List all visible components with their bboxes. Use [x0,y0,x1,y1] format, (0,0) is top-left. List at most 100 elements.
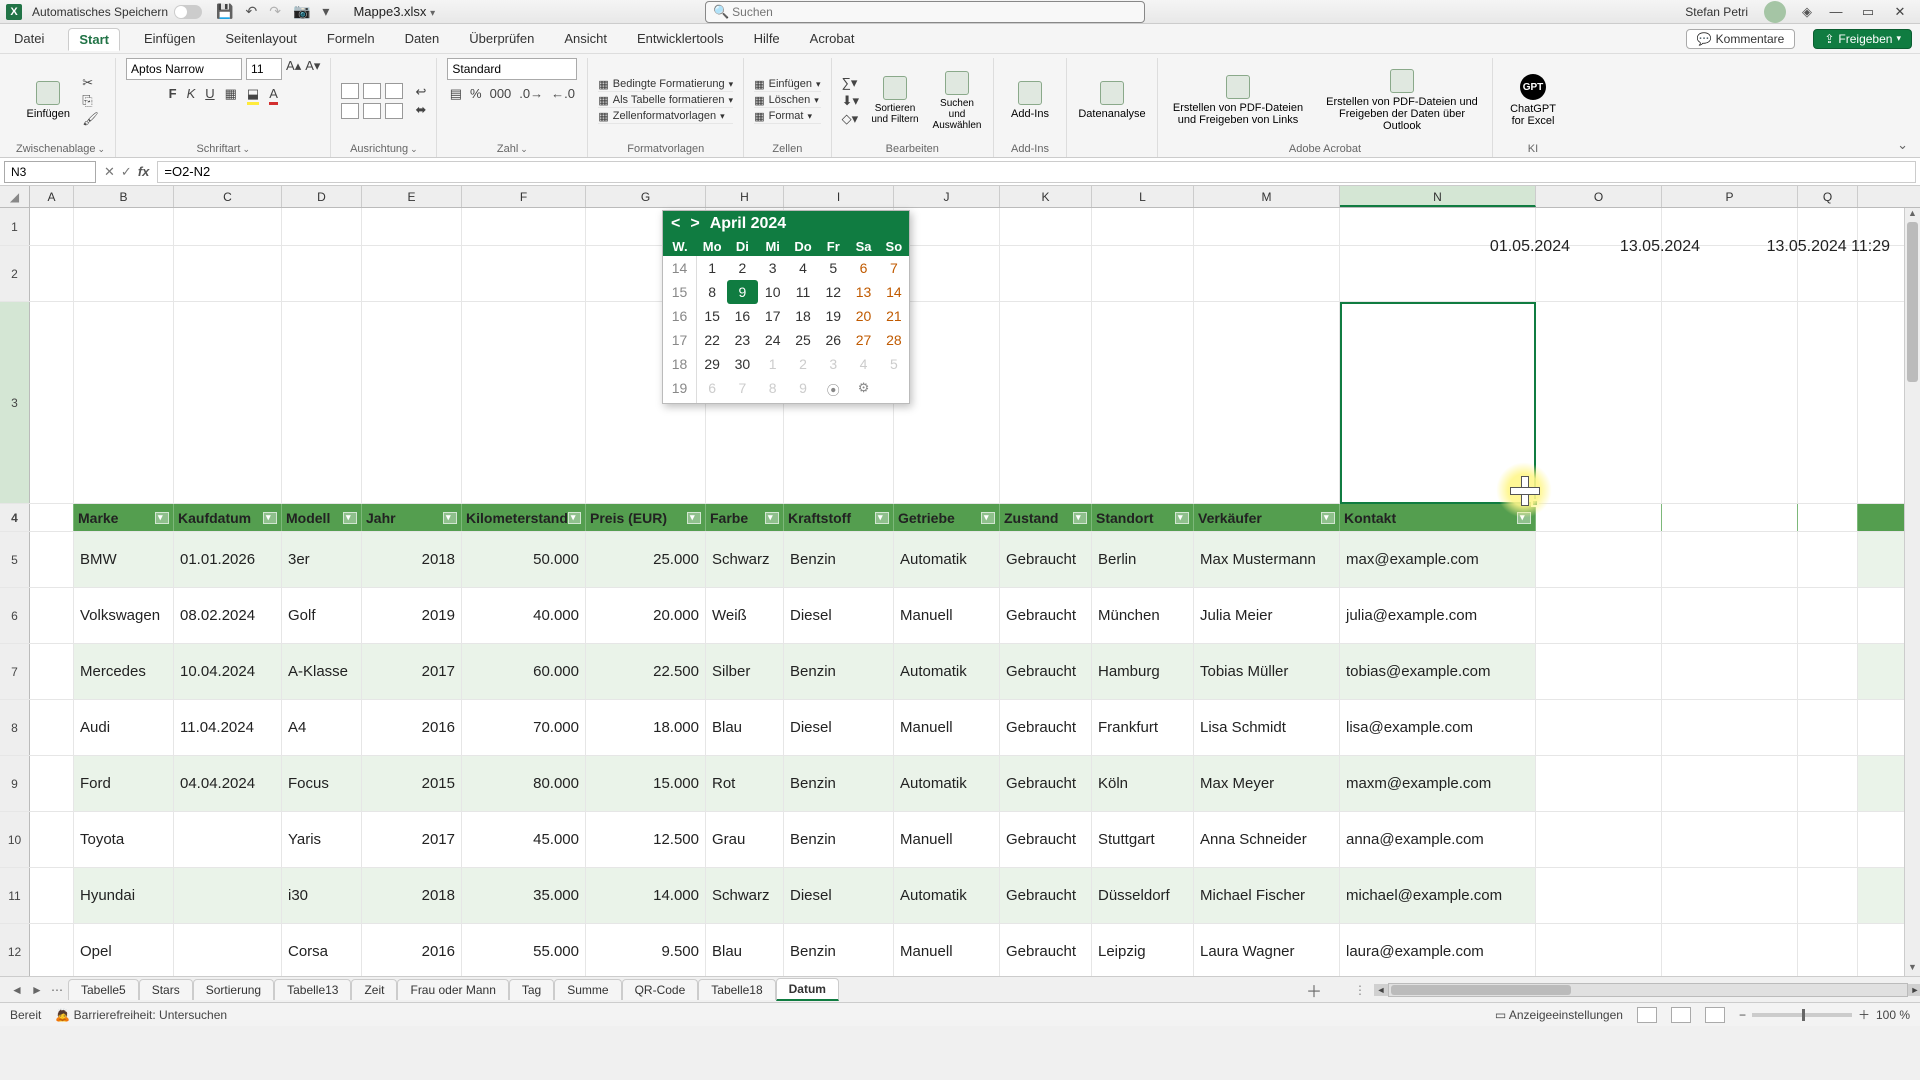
accept-formula-icon[interactable]: ✓ [121,164,132,180]
table-cell[interactable]: Diesel [784,700,894,755]
table-cell[interactable]: Stuttgart [1092,812,1194,867]
calendar-day[interactable]: 14 [879,280,909,304]
column-header-C[interactable]: C [174,186,282,207]
table-cell[interactable]: Diesel [784,588,894,643]
calendar-day[interactable]: 3 [818,352,848,376]
table-cell[interactable]: Benzin [784,756,894,811]
table-cell[interactable]: Gebraucht [1000,588,1092,643]
table-cell[interactable]: Julia Meier [1194,588,1340,643]
calendar-day[interactable]: 22 [697,328,727,352]
border-icon[interactable]: ▦ [225,86,237,105]
column-header-L[interactable]: L [1092,186,1194,207]
table-cell[interactable]: Gebraucht [1000,532,1092,587]
next-month-button[interactable]: > [690,215,699,233]
calendar-day[interactable]: 27 [848,328,878,352]
table-cell[interactable]: A-Klasse [282,644,362,699]
menu-tab-acrobat[interactable]: Acrobat [804,28,861,49]
currency-icon[interactable]: ▤ [450,86,462,102]
menu-tab-start[interactable]: Start [68,28,120,51]
calendar-day[interactable]: 24 [758,328,788,352]
conditional-format-button[interactable]: ▦Bedingte Formatierung▾ [598,78,733,92]
zoom-control[interactable]: − ＋ 100 % [1739,1006,1910,1023]
display-settings-button[interactable]: ▭ Anzeigeeinstellungen [1495,1008,1623,1022]
table-cell[interactable]: 3er [282,532,362,587]
cell[interactable] [362,302,462,503]
table-header-farbe[interactable]: Farbe [706,504,784,531]
fill-icon[interactable]: ⬇▾ [842,93,859,109]
redo-icon[interactable]: ↷ [269,3,281,20]
copy-icon[interactable]: ⎘ [82,93,99,109]
table-cell[interactable]: Silber [706,644,784,699]
table-cell[interactable]: Rot [706,756,784,811]
underline-icon[interactable]: U [205,86,214,105]
tab-nav-next[interactable]: ► [28,983,46,997]
table-cell[interactable]: Laura Wagner [1194,924,1340,976]
table-cell[interactable]: 55.000 [462,924,586,976]
format-as-table-button[interactable]: ▦Als Tabelle formatieren▾ [598,94,733,108]
table-cell[interactable]: 08.02.2024 [174,588,282,643]
decrease-decimal-icon[interactable]: ←.0 [551,86,575,102]
row-header[interactable]: 7 [0,644,30,699]
table-cell[interactable]: Diesel [784,868,894,923]
cut-icon[interactable]: ✂ [82,75,99,91]
name-box[interactable] [4,161,96,183]
table-cell[interactable]: Leipzig [1092,924,1194,976]
calendar-day[interactable]: 9 [727,280,757,304]
table-cell[interactable]: Grau [706,812,784,867]
zoom-slider[interactable] [1752,1013,1852,1017]
row-header[interactable]: 6 [0,588,30,643]
formula-input[interactable] [157,161,1916,183]
calendar-day[interactable]: 15 [697,304,727,328]
table-cell[interactable] [174,812,282,867]
sort-filter-button[interactable]: Sortieren und Filtern [869,76,921,125]
menu-tab-hilfe[interactable]: Hilfe [748,28,786,49]
column-header-J[interactable]: J [894,186,1000,207]
share-button[interactable]: ⇪Freigeben▾ [1813,29,1912,49]
zoom-out-button[interactable]: − [1739,1008,1746,1022]
sheet-tab-qr-code[interactable]: QR-Code [622,979,699,1000]
find-select-button[interactable]: Suchen und Auswählen [931,71,983,131]
table-cell[interactable]: 35.000 [462,868,586,923]
table-cell[interactable]: Toyota [74,812,174,867]
bold-icon[interactable]: F [169,86,177,105]
column-header-M[interactable]: M [1194,186,1340,207]
calendar-day[interactable]: 3 [758,256,788,280]
calendar-day[interactable]: 21 [879,304,909,328]
table-cell[interactable]: 2016 [362,924,462,976]
table-cell[interactable]: 14.000 [586,868,706,923]
calendar-day[interactable]: 2 [788,352,818,376]
table-header-getriebe[interactable]: Getriebe [894,504,1000,531]
fill-color-icon[interactable]: ⬓ [247,86,259,105]
table-cell[interactable]: Schwarz [706,868,784,923]
filter-icon[interactable] [1321,512,1335,524]
number-format-select[interactable]: Standard [447,58,577,80]
table-cell[interactable]: Yaris [282,812,362,867]
vertical-scrollbar[interactable]: ▲ ▼ [1904,208,1920,976]
pdf-outlook-button[interactable]: Erstellen von PDF-Dateien undFreigeben d… [1322,69,1482,132]
grow-font-icon[interactable]: A▴ [286,58,301,80]
shrink-font-icon[interactable]: A▾ [305,58,320,80]
table-header-preis-eur-[interactable]: Preis (EUR) [586,504,706,531]
sheet-tab-frau oder mann[interactable]: Frau oder Mann [397,979,508,1000]
fx-icon[interactable]: fx [138,164,150,179]
filter-icon[interactable] [875,512,889,524]
filename[interactable]: Mappe3.xlsx ▾ [353,4,435,19]
table-cell[interactable]: Ford [74,756,174,811]
table-cell[interactable]: Opel [74,924,174,976]
wrap-text-icon[interactable]: ↩ [415,84,426,100]
sheet-tab-summe[interactable]: Summe [554,979,621,1000]
table-cell[interactable]: Hyundai [74,868,174,923]
user-name[interactable]: Stefan Petri [1685,5,1748,19]
column-header-N[interactable]: N [1340,186,1536,207]
row-header[interactable]: 11 [0,868,30,923]
comma-icon[interactable]: 000 [490,86,512,102]
table-cell[interactable]: michael@example.com [1340,868,1536,923]
table-cell[interactable]: Corsa [282,924,362,976]
table-cell[interactable]: Gebraucht [1000,868,1092,923]
cell[interactable] [1092,208,1194,245]
calendar-day[interactable]: 10 [758,280,788,304]
sheet-tab-tabelle5[interactable]: Tabelle5 [68,979,139,1000]
table-cell[interactable]: 2019 [362,588,462,643]
accessibility-status[interactable]: 🙇 Barrierefreiheit: Untersuchen [55,1008,227,1022]
table-cell[interactable]: 80.000 [462,756,586,811]
